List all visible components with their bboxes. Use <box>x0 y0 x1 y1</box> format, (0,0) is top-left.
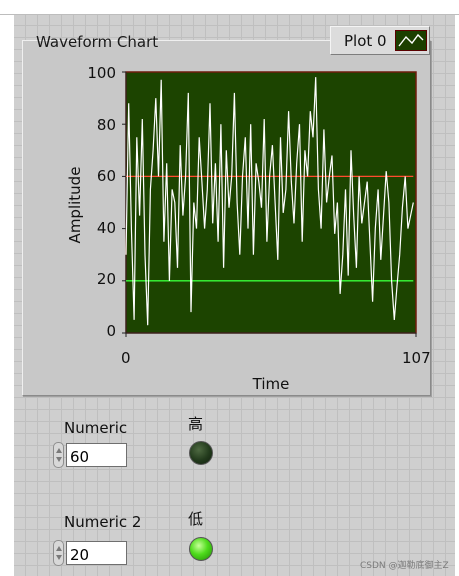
watermark: CSDN @迦勒底御主Z <box>360 561 449 571</box>
high-led-indicator <box>189 441 213 465</box>
low-led-label: 低 <box>188 510 204 528</box>
numeric-label: Numeric <box>64 419 128 437</box>
numeric-2-label: Numeric 2 <box>64 513 142 531</box>
numeric-spinner[interactable] <box>53 442 64 468</box>
numeric-2-spinner[interactable] <box>53 540 64 566</box>
low-led-indicator <box>189 537 213 561</box>
increment-arrow-icon[interactable] <box>56 448 62 453</box>
waveform-plot <box>122 71 417 337</box>
decrement-arrow-icon[interactable] <box>56 457 62 462</box>
numeric-2-input[interactable] <box>66 541 127 565</box>
numeric-input[interactable] <box>66 443 127 467</box>
decrement-arrow-icon[interactable] <box>56 555 62 560</box>
high-led-label: 高 <box>188 415 204 433</box>
numeric-2-control <box>53 540 133 566</box>
numeric-control <box>53 442 133 468</box>
increment-arrow-icon[interactable] <box>56 546 62 551</box>
